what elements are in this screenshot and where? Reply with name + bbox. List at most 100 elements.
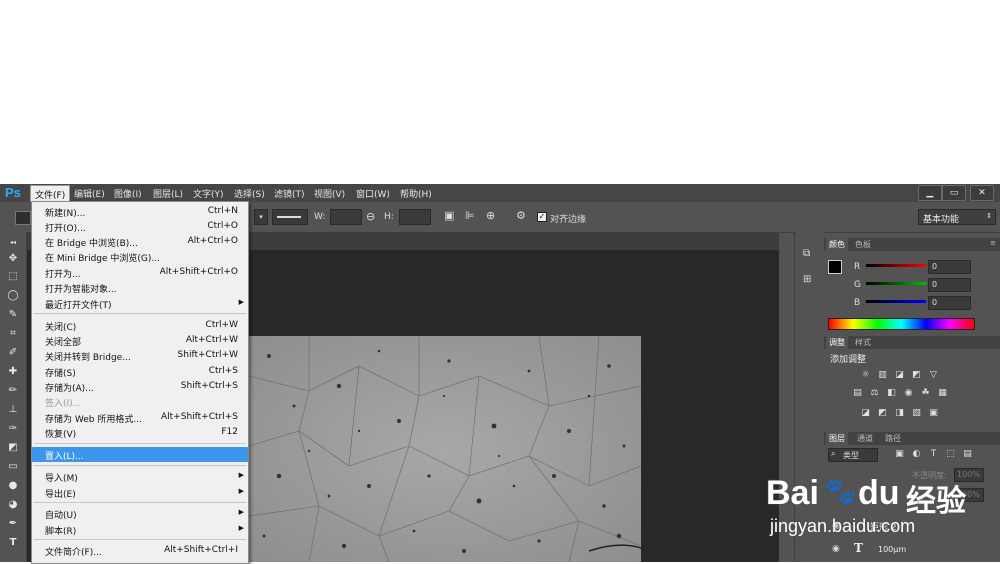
tab-styles[interactable]: 样式 <box>852 337 874 348</box>
visibility-eye-icon[interactable]: ◉ <box>832 544 840 554</box>
workspace-dropdown[interactable]: 基本功能 ⇕ <box>918 209 996 225</box>
menu-item-save-for-web[interactable]: 存储为 Web 所用格式... Alt+Shift+Ctrl+S <box>32 410 248 425</box>
menu-item-open-smart-object[interactable]: 打开为智能对象... <box>32 280 248 295</box>
eyedropper-tool-icon[interactable]: ✐ <box>6 346 20 359</box>
layer-filter-dropdown[interactable]: ⌕ 类型 <box>828 448 878 462</box>
link-icon[interactable]: ⊖ <box>366 210 375 223</box>
menu-select[interactable]: 选择(S) <box>234 187 265 200</box>
foreground-color-swatch[interactable] <box>828 260 842 274</box>
channel-g-value[interactable]: 0 <box>928 278 971 292</box>
menu-item-scripts[interactable]: 脚本(R) ▶ <box>32 522 248 537</box>
filter-adjustment-icon[interactable]: ◐ <box>911 449 922 460</box>
gear-icon[interactable]: ⚙ <box>516 209 526 222</box>
menu-filter[interactable]: 滤镜(T) <box>274 187 305 200</box>
path-operations-icon[interactable]: ▣ <box>444 209 454 222</box>
move-tool-icon[interactable]: ✥ <box>6 252 20 265</box>
eraser-tool-icon[interactable]: ◩ <box>6 441 20 454</box>
gradient-tool-icon[interactable]: ▭ <box>6 460 20 473</box>
menu-item-close[interactable]: 关闭(C) Ctrl+W <box>32 318 248 333</box>
menu-item-browse-bridge[interactable]: 在 Bridge 中浏览(B)... Alt+Ctrl+O <box>32 234 248 249</box>
menu-item-recent-files[interactable]: 最近打开文件(T) ▶ <box>32 296 248 311</box>
properties-panel-icon[interactable]: ⊞ <box>803 274 811 285</box>
menu-item-place[interactable]: 置入(L)... <box>32 447 248 462</box>
gradient-map-icon[interactable]: ▧ <box>911 408 922 419</box>
channel-mixer-icon[interactable]: ☘ <box>920 388 931 399</box>
channel-r-slider[interactable] <box>866 264 926 267</box>
channel-b-slider[interactable] <box>866 300 926 303</box>
healing-brush-tool-icon[interactable]: ✚ <box>6 365 20 378</box>
menu-item-save[interactable]: 存储(S) Ctrl+S <box>32 364 248 379</box>
stroke-dropdown-icon[interactable]: ▾ <box>254 209 268 225</box>
crop-tool-icon[interactable]: ⌗ <box>6 327 20 340</box>
menu-item-save-as[interactable]: 存储为(A)... Shift+Ctrl+S <box>32 379 248 394</box>
close-button[interactable]: ✕ <box>970 185 994 201</box>
curves-icon[interactable]: ◪ <box>894 370 905 381</box>
tab-paths[interactable]: 路径 <box>882 433 904 444</box>
path-alignment-icon[interactable]: ⊫ <box>465 209 475 222</box>
brush-tool-icon[interactable]: ✏ <box>6 384 20 397</box>
channel-r-value[interactable]: 0 <box>928 260 971 274</box>
menu-view[interactable]: 视图(V) <box>314 187 345 200</box>
filter-smart-icon[interactable]: ▤ <box>962 449 973 460</box>
filter-pixel-icon[interactable]: ▣ <box>894 449 905 460</box>
menu-item-import[interactable]: 导入(M) ▶ <box>32 469 248 484</box>
menu-layer[interactable]: 图层(L) <box>153 187 183 200</box>
color-lookup-icon[interactable]: ▦ <box>937 388 948 399</box>
menu-type[interactable]: 文字(Y) <box>193 187 224 200</box>
black-white-icon[interactable]: ◧ <box>886 388 897 399</box>
dodge-tool-icon[interactable]: ◕ <box>6 498 20 511</box>
selective-color-icon[interactable]: ▣ <box>928 408 939 419</box>
menu-edit[interactable]: 编辑(E) <box>74 187 105 200</box>
history-brush-tool-icon[interactable]: ✑ <box>6 422 20 435</box>
minimize-button[interactable]: ▁ <box>918 185 942 201</box>
panel-menu-icon[interactable]: ≡ <box>990 239 996 247</box>
tab-swatches[interactable]: 色板 <box>852 239 874 250</box>
tab-adjustments[interactable]: 调整 <box>826 336 848 349</box>
path-arrangement-icon[interactable]: ⊕ <box>486 209 495 222</box>
menu-item-automate[interactable]: 自动(U) ▶ <box>32 506 248 521</box>
tab-color[interactable]: 颜色 <box>826 238 848 251</box>
brightness-icon[interactable]: ☼ <box>860 370 871 381</box>
color-spectrum-bar[interactable] <box>828 318 975 330</box>
align-edges-checkbox[interactable]: ✓ <box>537 212 547 222</box>
invert-icon[interactable]: ◪ <box>860 408 871 419</box>
type-tool-icon[interactable]: T <box>6 536 20 549</box>
photo-filter-icon[interactable]: ◉ <box>903 388 914 399</box>
menu-item-export[interactable]: 导出(E) ▶ <box>32 485 248 500</box>
channel-b-value[interactable]: 0 <box>928 296 971 310</box>
threshold-icon[interactable]: ◨ <box>894 408 905 419</box>
menu-item-open[interactable]: 打开(O)... Ctrl+O <box>32 219 248 234</box>
menu-item-open-as[interactable]: 打开为... Alt+Shift+Ctrl+O <box>32 265 248 280</box>
menu-item-new[interactable]: 新建(N)... Ctrl+N <box>32 204 248 219</box>
menu-item-file-info[interactable]: 文件简介(F)... Alt+Shift+Ctrl+I <box>32 543 248 558</box>
menu-help[interactable]: 帮助(H) <box>400 187 432 200</box>
vibrance-icon[interactable]: ▽ <box>928 370 939 381</box>
exposure-icon[interactable]: ◩ <box>911 370 922 381</box>
quick-select-tool-icon[interactable]: ✎ <box>6 308 20 321</box>
pen-tool-icon[interactable]: ✒ <box>6 517 20 530</box>
filter-type-icon[interactable]: T <box>928 449 939 460</box>
menu-item-revert[interactable]: 恢复(V) F12 <box>32 425 248 440</box>
blur-tool-icon[interactable]: ● <box>6 479 20 492</box>
canvas-image[interactable] <box>249 336 641 562</box>
tool-preset-picker[interactable] <box>15 211 31 225</box>
stroke-type-dropdown[interactable] <box>272 209 308 225</box>
menu-item-close-go-bridge[interactable]: 关闭并转到 Bridge... Shift+Ctrl+W <box>32 348 248 363</box>
height-input[interactable] <box>399 209 431 225</box>
posterize-icon[interactable]: ◩ <box>877 408 888 419</box>
menu-item-browse-mini-bridge[interactable]: 在 Mini Bridge 中浏览(G)... <box>32 249 248 264</box>
hue-saturation-icon[interactable]: ▤ <box>852 388 863 399</box>
menu-image[interactable]: 图像(I) <box>114 187 142 200</box>
color-balance-icon[interactable]: ⚖ <box>869 388 880 399</box>
width-input[interactable] <box>330 209 362 225</box>
levels-icon[interactable]: ▥ <box>877 370 888 381</box>
panel-collapse-icon[interactable]: ◂◂ <box>6 236 20 249</box>
history-panel-icon[interactable]: ⧉ <box>803 248 810 259</box>
filter-shape-icon[interactable]: ⬚ <box>945 449 956 460</box>
marquee-tool-icon[interactable]: ⬚ <box>6 270 20 283</box>
channel-g-slider[interactable] <box>866 282 926 285</box>
menu-window[interactable]: 窗口(W) <box>356 187 390 200</box>
layer-name[interactable]: 100μm <box>878 545 906 554</box>
menu-item-close-all[interactable]: 关闭全部 Alt+Ctrl+W <box>32 333 248 348</box>
tab-layers[interactable]: 图层 <box>826 432 848 445</box>
